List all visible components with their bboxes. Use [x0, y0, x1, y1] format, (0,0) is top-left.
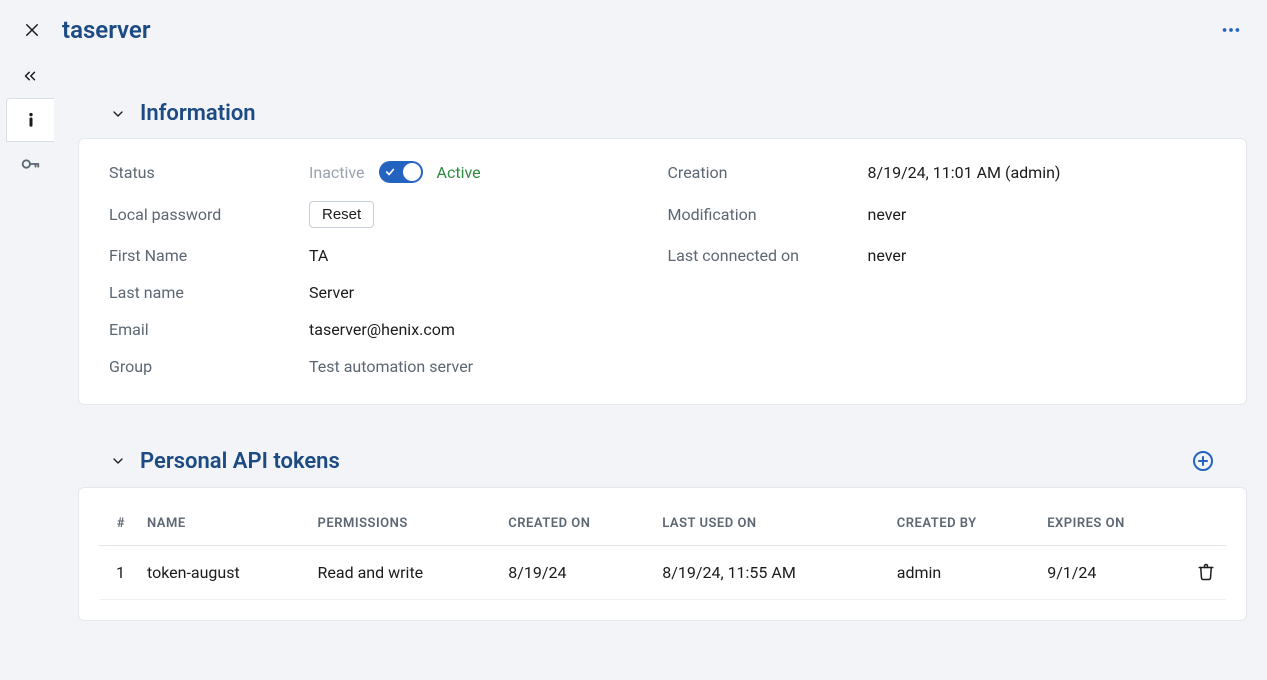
value-first-name: TA	[309, 246, 658, 265]
label-creation: Creation	[668, 163, 858, 182]
key-icon	[19, 153, 41, 175]
information-card: Status Inactive Active Creation 8/19/24,…	[78, 138, 1247, 405]
status-active-label: Active	[437, 163, 481, 182]
value-status: Inactive Active	[309, 161, 658, 183]
label-status: Status	[109, 163, 299, 182]
check-icon	[385, 167, 395, 177]
value-last-connected: never	[868, 246, 1217, 265]
info-icon	[21, 110, 41, 130]
cell-name: token-august	[139, 546, 310, 600]
value-last-name: Server	[309, 283, 658, 302]
cell-num: 1	[99, 546, 139, 600]
collapse-information-button[interactable]	[108, 104, 128, 124]
cell-created-by: admin	[889, 546, 1039, 600]
label-modification: Modification	[668, 205, 858, 224]
collapse-tokens-button[interactable]	[108, 451, 128, 471]
status-inactive-label: Inactive	[309, 163, 365, 182]
label-group: Group	[109, 357, 299, 376]
tab-api-tokens[interactable]	[6, 142, 54, 186]
col-num[interactable]: #	[99, 506, 139, 546]
col-name[interactable]: NAME	[139, 506, 310, 546]
plus-circle-icon	[1191, 449, 1215, 473]
add-token-button[interactable]	[1189, 447, 1217, 475]
value-modification: never	[868, 205, 1217, 224]
delete-token-button[interactable]	[1194, 560, 1218, 584]
page-title: taserver	[62, 16, 150, 44]
label-first-name: First Name	[109, 246, 299, 265]
col-created[interactable]: CREATED ON	[500, 506, 654, 546]
table-row[interactable]: 1 token-august Read and write 8/19/24 8/…	[99, 546, 1226, 600]
label-last-connected: Last connected on	[668, 246, 858, 265]
section-title-information: Information	[140, 101, 256, 126]
cell-permissions: Read and write	[310, 546, 501, 600]
label-last-name: Last name	[109, 283, 299, 302]
section-header-information: Information	[78, 95, 1247, 138]
col-last-used[interactable]: LAST USED ON	[654, 506, 889, 546]
section-title-tokens: Personal API tokens	[140, 449, 340, 474]
col-expires[interactable]: EXPIRES ON	[1039, 506, 1186, 546]
col-permissions[interactable]: PERMISSIONS	[310, 506, 501, 546]
toggle-knob	[403, 163, 421, 181]
close-button[interactable]	[20, 18, 44, 42]
value-creation: 8/19/24, 11:01 AM (admin)	[868, 163, 1217, 182]
cell-created: 8/19/24	[500, 546, 654, 600]
label-local-password: Local password	[109, 205, 299, 224]
section-header-tokens: Personal API tokens	[78, 441, 1247, 487]
tokens-table: # NAME PERMISSIONS CREATED ON LAST USED …	[99, 506, 1226, 600]
value-group: Test automation server	[309, 357, 658, 376]
trash-icon	[1197, 563, 1215, 581]
status-toggle[interactable]	[379, 161, 423, 183]
value-local-password: Reset	[309, 201, 658, 228]
tab-information[interactable]	[6, 98, 54, 142]
label-email: Email	[109, 320, 299, 339]
tokens-card: # NAME PERMISSIONS CREATED ON LAST USED …	[78, 487, 1247, 621]
collapse-sidebar-button[interactable]	[14, 60, 46, 92]
chevron-down-icon	[110, 453, 126, 469]
chevron-down-icon	[110, 106, 126, 122]
cell-expires: 9/1/24	[1039, 546, 1186, 600]
more-menu-button[interactable]	[1215, 14, 1247, 46]
cell-last-used: 8/19/24, 11:55 AM	[654, 546, 889, 600]
reset-password-button[interactable]: Reset	[309, 201, 374, 228]
value-email: taserver@henix.com	[309, 320, 658, 339]
col-created-by[interactable]: CREATED BY	[889, 506, 1039, 546]
